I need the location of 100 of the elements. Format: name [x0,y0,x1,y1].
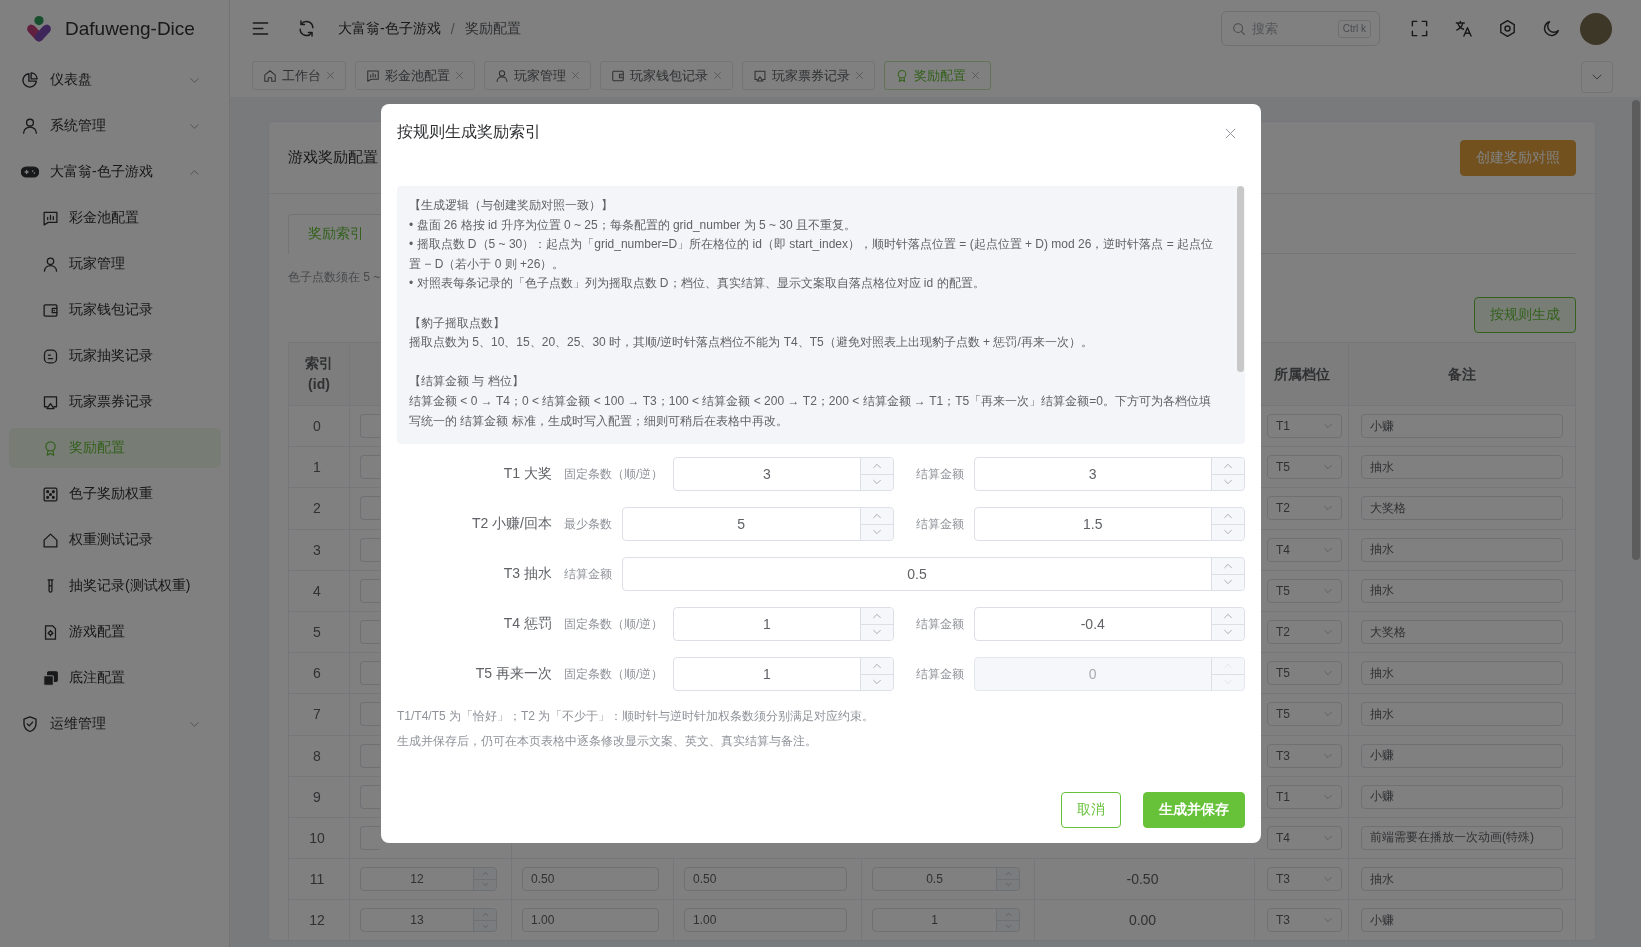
number-input[interactable]: 5 [622,507,894,541]
number-input[interactable]: 13 [360,908,497,933]
note-input[interactable]: 前端需要在播放一次动画(特殊) [1361,825,1563,850]
refresh-icon[interactable] [297,19,316,38]
settings-icon[interactable] [1498,19,1517,38]
menu-item[interactable]: 权重测试记录 [9,520,221,560]
tier-select[interactable]: T3 [1267,908,1342,933]
screen-cast-icon [753,68,767,83]
tier-select[interactable]: T1 [1267,784,1342,809]
number-input[interactable]: -0.4 [973,607,1245,641]
tier-select[interactable]: T5 [1267,702,1342,727]
tab[interactable]: 奖励配置 [884,61,991,90]
menu-item[interactable]: 玩家抽奖记录 [9,336,221,376]
close-icon[interactable] [455,71,464,80]
number-input[interactable]: 3 [973,457,1245,491]
tab[interactable]: 工作台 [252,61,346,90]
menu-group[interactable]: 大富翁-色子游戏 [9,152,221,192]
menu-item[interactable]: 游戏配置 [9,612,221,652]
note-input[interactable]: 大奖格 [1361,620,1563,645]
number-input[interactable] [360,414,380,439]
text-input[interactable]: 1.00 [522,908,659,933]
number-input[interactable] [360,455,380,480]
create-button[interactable]: 创建奖励对照 [1460,139,1576,176]
menu-item[interactable]: 奖励配置 [9,428,221,468]
number-input[interactable] [360,784,380,809]
tier-select[interactable]: T2 [1267,620,1342,645]
number-input[interactable] [360,537,380,562]
number-input[interactable]: 0.5 [872,867,1020,892]
menu-group[interactable]: 系统管理 [9,106,221,146]
close-icon[interactable] [326,71,335,80]
cancel-button[interactable]: 取消 [1061,792,1121,828]
number-input[interactable]: 1.5 [973,507,1245,541]
text-input[interactable]: 1.00 [684,908,847,933]
tier-select[interactable]: T5 [1267,455,1342,480]
breadcrumb-item[interactable]: 大富翁-色子游戏 [338,19,441,38]
tier-select[interactable]: T5 [1267,578,1342,603]
generate-button[interactable]: 按规则生成 [1474,297,1576,333]
save-button[interactable]: 生成并保存 [1143,792,1245,828]
note-input[interactable]: 小赚 [1361,784,1563,809]
number-input[interactable] [360,743,380,768]
number-input[interactable]: 1 [872,908,1020,933]
tabs-menu-button[interactable] [1581,61,1613,93]
scrollbar[interactable] [1632,100,1640,560]
tier-select[interactable]: T5 [1267,661,1342,686]
menu-icon[interactable] [251,19,270,38]
note-input[interactable]: 小赚 [1361,743,1563,768]
number-input[interactable]: 1 [673,607,894,641]
tier-select[interactable]: T1 [1267,414,1342,439]
tier-select[interactable]: T3 [1267,867,1342,892]
note-input[interactable]: 小赚 [1361,908,1563,933]
note-input[interactable]: 抽水 [1361,578,1563,603]
note-input[interactable]: 小赚 [1361,414,1563,439]
menu-item[interactable]: 玩家票券记录 [9,382,221,422]
close-icon[interactable] [1224,127,1237,140]
menu-item[interactable]: 底注配置 [9,658,221,698]
avatar[interactable] [1580,12,1612,45]
menu-item[interactable]: 色子奖励权重 [9,474,221,514]
number-input[interactable]: 12 [360,867,497,892]
menu-item[interactable]: 彩金池配置 [9,198,221,238]
menu-group[interactable]: 运维管理 [9,704,221,744]
number-input[interactable]: 0.5 [622,557,1245,591]
tab[interactable]: 玩家管理 [484,61,591,90]
tier-select[interactable]: T4 [1267,825,1342,850]
number-input[interactable] [360,578,380,603]
number-input[interactable] [360,620,380,645]
scrollbar[interactable] [1237,186,1244,372]
tier-select[interactable]: T3 [1267,743,1342,768]
number-input[interactable] [360,702,380,727]
menu-item[interactable]: 抽奖记录(测试权重) [9,566,221,606]
tab[interactable]: 玩家钱包记录 [600,61,733,90]
note-input[interactable]: 抽水 [1361,455,1563,480]
tier-select[interactable]: T4 [1267,537,1342,562]
note-input[interactable]: 抽水 [1361,537,1563,562]
number-input[interactable]: 3 [673,457,894,491]
number-input[interactable]: 1 [673,657,894,691]
close-icon[interactable] [855,71,864,80]
text-input[interactable]: 0.50 [522,867,659,892]
close-icon[interactable] [713,71,722,80]
wallet-icon [611,68,625,83]
note-input[interactable]: 大奖格 [1361,496,1563,521]
fullscreen-icon[interactable] [1410,19,1429,38]
note-input[interactable]: 抽水 [1361,867,1563,892]
text-input[interactable]: 0.50 [684,867,847,892]
tab[interactable]: 奖励索引 [288,214,384,254]
number-input[interactable] [360,825,380,850]
note-input[interactable]: 抽水 [1361,702,1563,727]
close-icon[interactable] [971,71,980,80]
number-input[interactable] [360,661,380,686]
moon-icon[interactable] [1542,19,1561,38]
tier-select[interactable]: T2 [1267,496,1342,521]
column-header: 备注 [1448,364,1476,384]
note-input[interactable]: 抽水 [1361,661,1563,686]
menu-item[interactable]: 玩家钱包记录 [9,290,221,330]
translate-icon[interactable] [1454,19,1473,38]
tab[interactable]: 彩金池配置 [355,61,475,90]
close-icon[interactable] [571,71,580,80]
menu-group[interactable]: 仪表盘 [9,60,221,100]
number-input[interactable] [360,496,380,521]
tab[interactable]: 玩家票券记录 [742,61,875,90]
menu-item[interactable]: 玩家管理 [9,244,221,284]
